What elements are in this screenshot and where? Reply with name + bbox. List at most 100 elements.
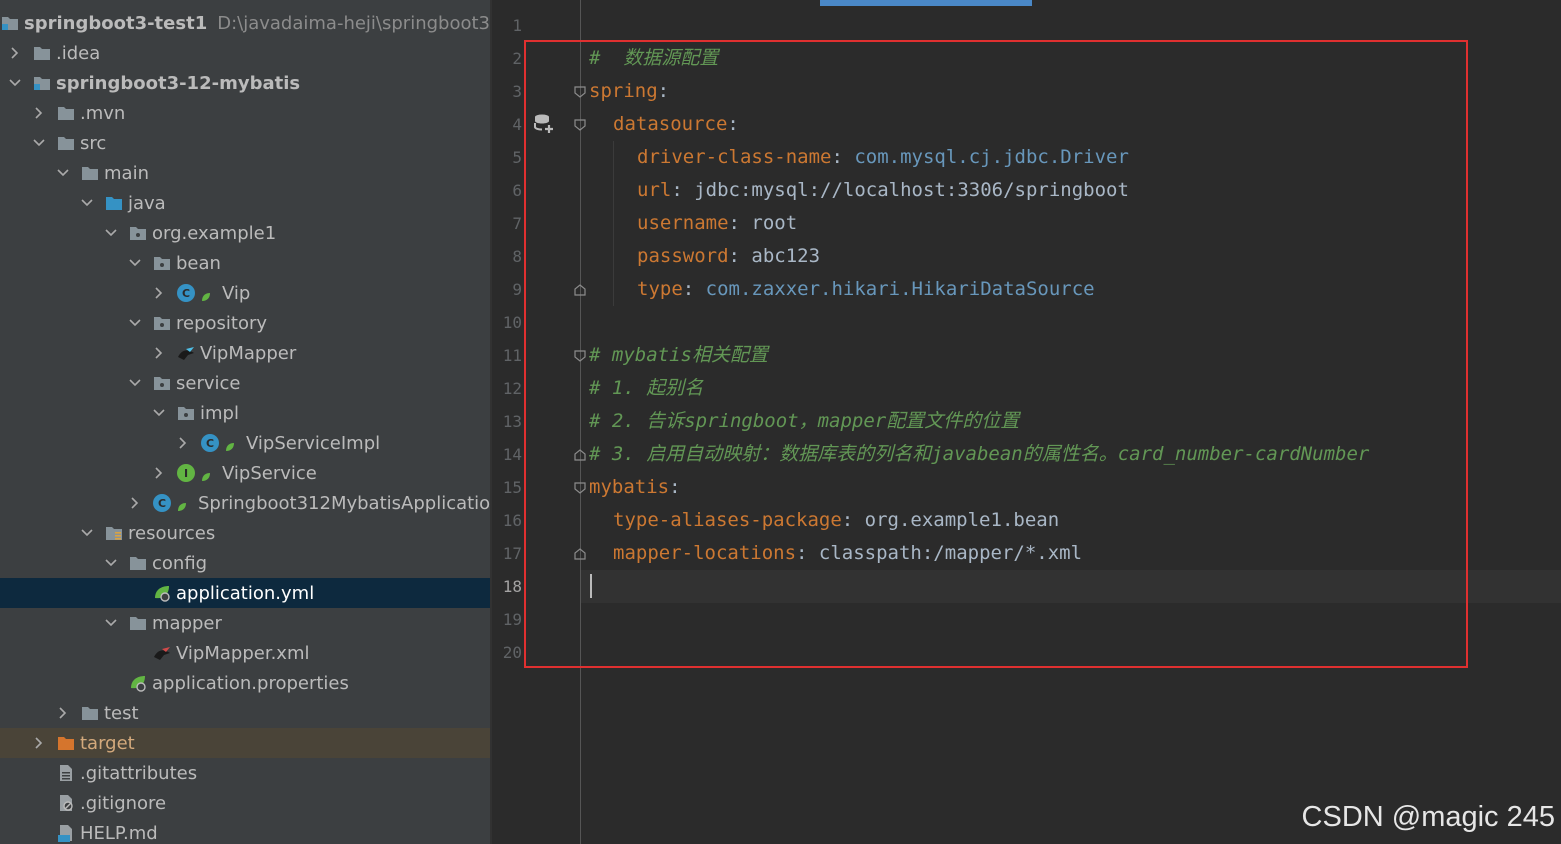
tree-row-org-example1[interactable]: org.example1 [0, 218, 490, 248]
folder-icon [128, 553, 148, 573]
tree-row-application-yml[interactable]: application.yml [0, 578, 490, 608]
chevron-down-icon[interactable] [56, 166, 70, 180]
fold-end-icon[interactable] [573, 546, 587, 560]
chevron-down-icon[interactable] [104, 616, 118, 630]
chevron-right-icon[interactable] [152, 466, 166, 480]
chevron-right-icon[interactable] [56, 706, 70, 720]
ignore-file-icon [56, 793, 76, 813]
fold-end-icon[interactable] [573, 282, 587, 296]
tree-row-gitattributes[interactable]: .gitattributes [0, 758, 490, 788]
code-line-9: type: com.zaxxer.hikari.HikariDataSource [637, 278, 1095, 300]
mybatis-bird-icon [176, 343, 196, 363]
tree-row-java[interactable]: java [0, 188, 490, 218]
tree-row-target[interactable]: target [0, 728, 490, 758]
chevron-down-icon[interactable] [32, 136, 46, 150]
tree-row-mapper[interactable]: mapper [0, 608, 490, 638]
fold-toggle-icon[interactable] [573, 480, 587, 494]
chevron-right-icon[interactable] [32, 736, 46, 750]
line-number: 2 [512, 49, 522, 68]
tree-row-help-md[interactable]: HELP.md [0, 818, 490, 844]
code-line-4: datasource: [613, 113, 739, 135]
line-number: 5 [512, 148, 522, 167]
project-name: springboot3-test1 [24, 12, 208, 34]
package-icon [152, 373, 172, 393]
chevron-down-icon[interactable] [80, 196, 94, 210]
text-caret [590, 574, 592, 598]
chevron-down-icon[interactable] [152, 406, 166, 420]
tree-row-config[interactable]: config [0, 548, 490, 578]
chevron-down-icon[interactable] [128, 316, 142, 330]
folder-icon [56, 103, 76, 123]
line-number: 13 [502, 412, 522, 431]
chevron-right-icon[interactable] [176, 436, 190, 450]
code-editor[interactable]: 1 2 3 4 5 6 7 8 9 10 11 12 13 14 15 16 1… [492, 0, 1561, 844]
code-line-7: username: root [637, 212, 798, 234]
fold-end-icon[interactable] [573, 447, 587, 461]
tree-row-idea[interactable]: .idea [0, 38, 490, 68]
line-number: 20 [502, 643, 522, 662]
tree-row-vipserviceimpl[interactable]: C VipServiceImpl [0, 428, 490, 458]
source-folder-icon [104, 193, 124, 213]
chevron-right-icon[interactable] [32, 106, 46, 120]
spring-boot-class-icon: C [152, 493, 172, 513]
code-line-12: # 1. 起别名 [589, 377, 704, 399]
fold-toggle-icon[interactable] [573, 84, 587, 98]
tree-row-service[interactable]: service [0, 368, 490, 398]
datasource-database-icon[interactable] [532, 112, 556, 136]
package-icon [128, 223, 148, 243]
editor-gutter[interactable]: 1 2 3 4 5 6 7 8 9 10 11 12 13 14 15 16 1… [492, 0, 586, 844]
leaf-icon [224, 437, 236, 451]
markdown-file-icon [56, 823, 76, 843]
fold-toggle-icon[interactable] [573, 348, 587, 362]
line-number: 17 [502, 544, 522, 563]
class-icon: C [176, 283, 196, 303]
folder-icon [32, 43, 52, 63]
chevron-down-icon[interactable] [80, 526, 94, 540]
tree-row-main[interactable]: main [0, 158, 490, 188]
tree-row-module[interactable]: springboot3-12-mybatis [0, 68, 490, 98]
code-line-3: spring: [589, 80, 670, 102]
fold-toggle-icon[interactable] [573, 117, 587, 131]
chevron-down-icon[interactable] [104, 226, 118, 240]
tree-row-src[interactable]: src [0, 128, 490, 158]
code-line-2: # 数据源配置 [589, 47, 719, 69]
tree-row-gitignore[interactable]: .gitignore [0, 788, 490, 818]
tree-row-bean[interactable]: bean [0, 248, 490, 278]
tree-row-vipmapper[interactable]: VipMapper [0, 338, 490, 368]
tree-row-repository[interactable]: repository [0, 308, 490, 338]
watermark: CSDN @magic 245 [1301, 801, 1555, 833]
chevron-down-icon[interactable] [104, 556, 118, 570]
line-number: 1 [512, 16, 522, 35]
line-number: 9 [512, 280, 522, 299]
folder-icon [80, 703, 100, 723]
code-line-8: password: abc123 [637, 245, 821, 267]
chevron-right-icon[interactable] [128, 496, 142, 510]
leaf-icon [200, 287, 212, 301]
folder-icon [128, 613, 148, 633]
line-number: 10 [502, 313, 522, 332]
tree-row-test[interactable]: test [0, 698, 490, 728]
package-icon [152, 253, 172, 273]
chevron-down-icon[interactable] [128, 376, 142, 390]
code-area[interactable]: # 数据源配置 spring: datasource: driver-class… [589, 0, 1561, 844]
chevron-down-icon[interactable] [8, 76, 22, 90]
code-line-15: mybatis: [589, 476, 681, 498]
chevron-down-icon[interactable] [128, 256, 142, 270]
leaf-icon [176, 497, 188, 511]
tree-row-project-root[interactable]: springboot3-test1 D:\javadaima-heji\spri… [0, 8, 490, 38]
chevron-right-icon[interactable] [152, 346, 166, 360]
tree-row-vipservice[interactable]: I VipService [0, 458, 490, 488]
tree-row-resources[interactable]: resources [0, 518, 490, 548]
line-number: 19 [502, 610, 522, 629]
tree-row-mvn[interactable]: .mvn [0, 98, 490, 128]
excluded-folder-icon [56, 733, 76, 753]
tree-row-vip[interactable]: C Vip [0, 278, 490, 308]
tree-row-vipmapper-xml[interactable]: VipMapper.xml [0, 638, 490, 668]
tree-row-application-properties[interactable]: application.properties [0, 668, 490, 698]
chevron-right-icon[interactable] [8, 46, 22, 60]
tree-row-impl[interactable]: impl [0, 398, 490, 428]
folder-icon [56, 133, 76, 153]
package-icon [152, 313, 172, 333]
chevron-right-icon[interactable] [152, 286, 166, 300]
tree-row-application-class[interactable]: C Springboot312MybatisApplicatio [0, 488, 490, 518]
